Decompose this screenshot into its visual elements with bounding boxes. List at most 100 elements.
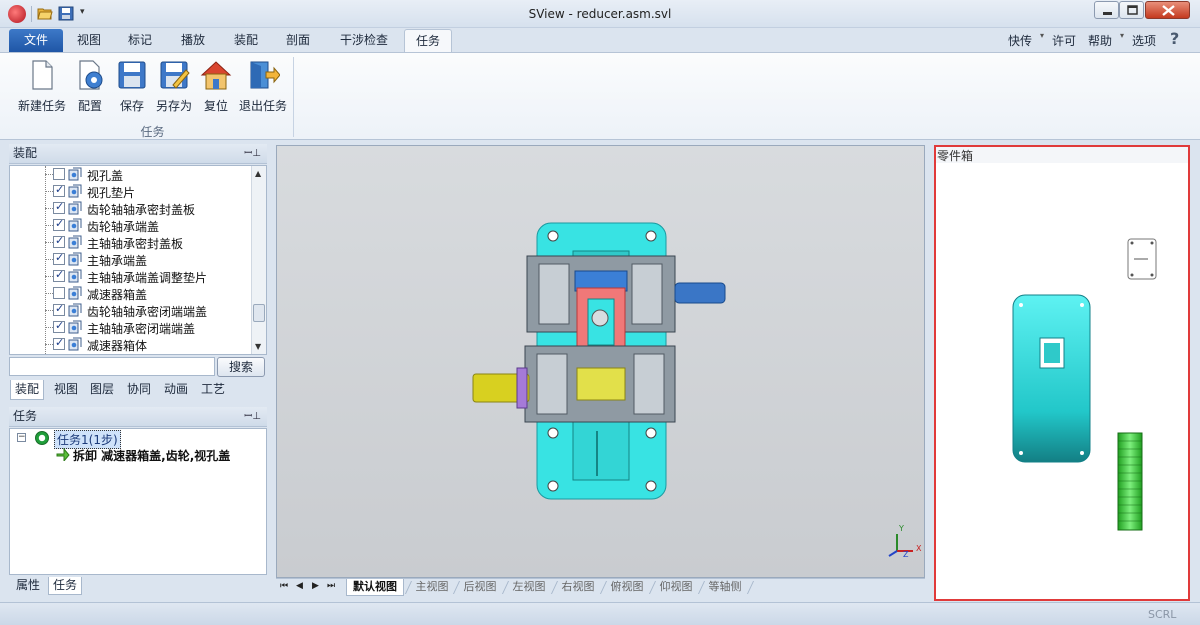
- visibility-checkbox[interactable]: [53, 217, 65, 231]
- tree-item-label: 主轴轴承端盖调整垫片: [87, 271, 208, 285]
- visibility-checkbox[interactable]: [53, 200, 65, 214]
- options-menu[interactable]: 选项: [1132, 32, 1156, 49]
- tab-markup[interactable]: 标记: [119, 29, 161, 52]
- axis-y-label: Y: [899, 524, 904, 533]
- next-view-icon[interactable]: ▶: [312, 581, 319, 591]
- tab-properties[interactable]: 属性: [10, 577, 46, 595]
- new-task-button[interactable]: 新建任务: [14, 58, 70, 118]
- save-icon: [118, 61, 146, 89]
- parts-bin-content[interactable]: [936, 163, 1188, 599]
- license-menu[interactable]: 许可: [1052, 32, 1076, 49]
- minimize-icon: [1103, 12, 1112, 15]
- search-button[interactable]: 搜索: [217, 357, 265, 377]
- first-view-icon[interactable]: ⏮: [280, 581, 288, 591]
- visibility-checkbox[interactable]: [53, 336, 65, 350]
- tab-view[interactable]: 视图: [68, 29, 110, 52]
- tab-view-panel[interactable]: 视图: [50, 380, 82, 400]
- chevron-down-icon[interactable]: ▾: [1120, 31, 1124, 40]
- tab-layer-panel[interactable]: 图层: [86, 380, 118, 400]
- tab-back-view[interactable]: 后视图: [460, 579, 500, 596]
- visibility-checkbox[interactable]: [53, 168, 65, 180]
- tab-task[interactable]: 任务: [404, 29, 452, 52]
- tree-item[interactable]: 减速器箱体: [10, 336, 255, 353]
- tree-item[interactable]: 视孔盖: [10, 166, 255, 183]
- tab-default-view[interactable]: 默认视图: [346, 579, 404, 596]
- 3d-viewport[interactable]: Y X Z: [276, 145, 925, 578]
- tree-item[interactable]: 减速器箱盖: [10, 285, 255, 302]
- tab-collaboration-panel[interactable]: 协同: [123, 380, 155, 400]
- tab-bottom-view[interactable]: 仰视图: [656, 579, 696, 596]
- save-as-button[interactable]: 另存为: [154, 58, 194, 118]
- tab-assembly[interactable]: 装配: [225, 29, 267, 52]
- tree-item[interactable]: 视孔垫片: [10, 183, 255, 200]
- tree-scrollbar[interactable]: ▲ ▼: [251, 166, 266, 354]
- part-icon: [68, 252, 82, 266]
- visibility-checkbox[interactable]: [53, 251, 65, 265]
- pin-icon[interactable]: ꟷ⊥: [244, 407, 261, 426]
- tab-left-view[interactable]: 左视图: [509, 579, 549, 596]
- save-as-icon: [160, 61, 190, 89]
- tab-animation-panel[interactable]: 动画: [160, 380, 192, 400]
- ribbon-tab-bar: 文件 视图 标记 播放 装配 剖面 干涉检查 任务 快传 ▾ 许可 帮助 ▾ 选…: [0, 28, 1200, 52]
- part-icon: [68, 235, 82, 249]
- tab-playback[interactable]: 播放: [172, 29, 214, 52]
- part-icon: [68, 201, 82, 215]
- task-step-node[interactable]: 拆卸 减速器箱盖,齿轮,视孔盖: [73, 447, 230, 464]
- tab-section[interactable]: 剖面: [277, 29, 319, 52]
- visibility-checkbox[interactable]: [53, 183, 65, 197]
- collapse-icon[interactable]: −: [17, 433, 26, 442]
- visibility-checkbox[interactable]: [53, 234, 65, 248]
- tab-front-view[interactable]: 主视图: [412, 579, 452, 596]
- tab-assembly-panel[interactable]: 装配: [10, 380, 44, 400]
- tab-interference-check[interactable]: 干涉检查: [331, 29, 397, 52]
- tab-process-panel[interactable]: 工艺: [197, 380, 229, 400]
- part-icon: [68, 303, 82, 317]
- save-task-button[interactable]: 保存: [114, 58, 150, 118]
- reset-label: 复位: [203, 99, 228, 113]
- part-icon: [68, 337, 82, 351]
- tree-item-label: 主轴轴承密闭端端盖: [87, 322, 196, 336]
- quick-transfer-menu[interactable]: 快传: [1008, 32, 1032, 49]
- pin-icon[interactable]: ꟷ⊥: [244, 144, 261, 163]
- tree-item[interactable]: 齿轮轴承端盖: [10, 217, 255, 234]
- maximize-button[interactable]: [1119, 1, 1144, 19]
- maximize-icon: [1127, 5, 1138, 15]
- save-label: 保存: [119, 99, 144, 113]
- assembly-search-input[interactable]: [9, 357, 215, 376]
- scroll-down-icon[interactable]: ▼: [255, 342, 261, 351]
- help-icon[interactable]: ?: [1170, 29, 1179, 48]
- tree-item[interactable]: 齿轮轴轴承密闭端端盖: [10, 302, 255, 319]
- tab-isometric-view[interactable]: 等轴侧: [705, 579, 745, 596]
- tree-item[interactable]: 主轴轴承端盖调整垫片: [10, 268, 255, 285]
- tree-item[interactable]: 主轴轴承密闭端端盖: [10, 319, 255, 336]
- tree-branch-line: [45, 242, 53, 243]
- tab-right-view[interactable]: 右视图: [558, 579, 598, 596]
- visibility-checkbox[interactable]: [53, 287, 65, 299]
- reset-button[interactable]: 复位: [198, 58, 234, 118]
- visibility-checkbox[interactable]: [53, 268, 65, 282]
- reducer-model[interactable]: [277, 146, 924, 577]
- close-button[interactable]: [1145, 1, 1190, 19]
- tab-tasks[interactable]: 任务: [48, 577, 82, 595]
- visibility-checkbox[interactable]: [53, 302, 65, 316]
- configure-button[interactable]: 配置: [72, 58, 108, 118]
- minimize-button[interactable]: [1094, 1, 1119, 19]
- tree-item-label: 减速器箱盖: [87, 288, 148, 302]
- exit-task-button[interactable]: 退出任务: [238, 58, 288, 118]
- tree-item[interactable]: 主轴轴承密封盖板: [10, 234, 255, 251]
- scroll-up-icon[interactable]: ▲: [255, 169, 261, 178]
- prev-view-icon[interactable]: ◀: [296, 581, 303, 591]
- clock-icon: [35, 431, 49, 445]
- parts-bin-panel[interactable]: 零件箱: [934, 145, 1190, 601]
- tree-item[interactable]: 主轴承端盖: [10, 251, 255, 268]
- scrollbar-thumb[interactable]: [253, 304, 265, 322]
- help-menu[interactable]: 帮助: [1088, 32, 1112, 49]
- chevron-down-icon[interactable]: ▾: [1040, 31, 1044, 40]
- last-view-icon[interactable]: ⏭: [327, 581, 335, 591]
- tree-item[interactable]: 齿轮轴轴承密封盖板: [10, 200, 255, 217]
- save-as-label: 另存为: [155, 99, 192, 113]
- tab-file[interactable]: 文件: [9, 29, 63, 52]
- visibility-checkbox[interactable]: [53, 319, 65, 333]
- task-tree: − 任务1(1步) 拆卸 减速器箱盖,齿轮,视孔盖: [9, 428, 267, 575]
- tab-top-view[interactable]: 俯视图: [607, 579, 647, 596]
